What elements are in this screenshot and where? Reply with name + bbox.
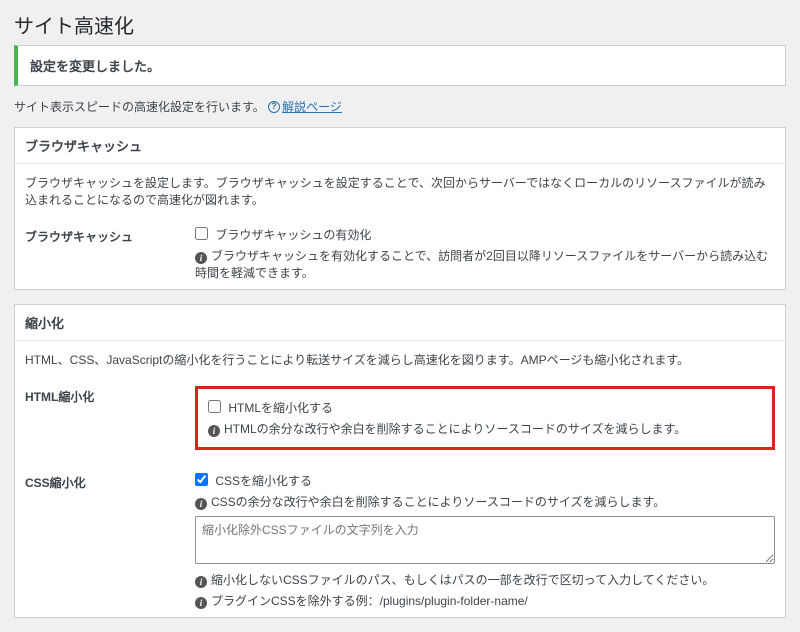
section-heading-browser-cache: ブラウザキャッシュ [15,128,785,164]
html-minify-hint: iHTMLの余分な改行や余白を削除することによりソースコードのサイズを減らします… [208,420,762,437]
info-icon: i [195,597,207,609]
row-content-html-minify: HTMLを縮小化する iHTMLの余分な改行や余白を削除することによりソースコー… [195,386,775,456]
help-link-label: 解説ページ [282,100,342,114]
css-minify-checkbox-text: CSSを縮小化する [215,474,312,488]
info-icon: i [195,252,207,264]
success-notice: 設定を変更しました。 [14,45,786,86]
html-minify-checkbox-label[interactable]: HTMLを縮小化する [208,401,333,415]
html-minify-checkbox[interactable] [208,400,221,413]
section-minify: 縮小化 HTML、CSS、JavaScriptの縮小化を行うことにより転送サイズ… [14,304,786,618]
intro-row: サイト表示スピードの高速化設定を行います。 解説ページ [0,96,800,127]
info-icon: i [195,498,207,510]
row-label-html-minify: HTML縮小化 [25,386,195,405]
browser-cache-checkbox-text: ブラウザキャッシュの有効化 [215,228,371,242]
info-icon: i [208,425,220,437]
row-content-browser-cache: ブラウザキャッシュの有効化 iブラウザキャッシュを有効化することで、訪問者が2回… [195,226,775,281]
css-exclude-hint: i縮小化しないCSSファイルのパス、もしくはパスの一部を改行で区切って入力してく… [195,571,775,588]
info-icon: i [195,576,207,588]
row-label-css-minify: CSS縮小化 [25,472,195,491]
html-minify-highlight: HTMLを縮小化する iHTMLの余分な改行や余白を削除することによりソースコー… [195,386,775,450]
help-icon [268,101,280,113]
help-link[interactable]: 解説ページ [268,100,342,114]
section-heading-minify: 縮小化 [15,305,785,341]
browser-cache-desc: ブラウザキャッシュを設定します。ブラウザキャッシュを設定することで、次回からサー… [15,164,785,218]
page-title: サイト高速化 [14,10,786,39]
row-label-browser-cache: ブラウザキャッシュ [25,226,195,245]
page-header: サイト高速化 [0,0,800,45]
browser-cache-checkbox[interactable] [195,227,208,240]
css-minify-checkbox-label[interactable]: CSSを縮小化する [195,474,312,488]
minify-desc: HTML、CSS、JavaScriptの縮小化を行うことにより転送サイズを減らし… [15,341,785,378]
browser-cache-checkbox-label[interactable]: ブラウザキャッシュの有効化 [195,228,371,242]
html-minify-checkbox-text: HTMLを縮小化する [228,401,333,415]
css-minify-checkbox[interactable] [195,473,208,486]
row-content-css-minify: CSSを縮小化する iCSSの余分な改行や余白を削除することによりソースコードの… [195,472,775,609]
browser-cache-hint: iブラウザキャッシュを有効化することで、訪問者が2回目以降リソースファイルをサー… [195,247,775,281]
notice-text: 設定を変更しました。 [30,59,160,74]
css-example-hint: iプラグインCSSを除外する例：/plugins/plugin-folder-n… [195,592,775,609]
row-browser-cache: ブラウザキャッシュ ブラウザキャッシュの有効化 iブラウザキャッシュを有効化する… [15,218,785,289]
section-browser-cache: ブラウザキャッシュ ブラウザキャッシュを設定します。ブラウザキャッシュを設定する… [14,127,786,290]
row-html-minify: HTML縮小化 HTMLを縮小化する iHTMLの余分な改行や余白を削除すること… [15,378,785,464]
css-exclude-textarea[interactable] [195,516,775,564]
intro-text: サイト表示スピードの高速化設定を行います。 [14,100,265,114]
row-css-minify: CSS縮小化 CSSを縮小化する iCSSの余分な改行や余白を削除することにより… [15,464,785,617]
